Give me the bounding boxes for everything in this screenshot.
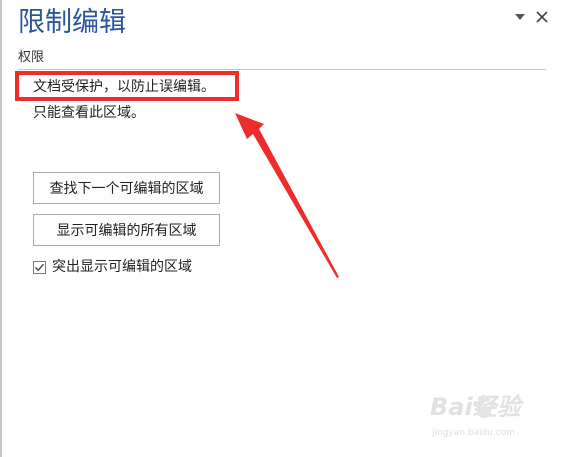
pane-options-button[interactable] xyxy=(513,10,527,24)
restrict-editing-pane: 限制编辑 权限 文档受保护，以防止误编辑。 只能查看此区域。 查找下一个可编辑的… xyxy=(0,0,561,457)
section-divider xyxy=(18,69,546,70)
highlight-editable-regions-label: 突出显示可编辑的区域 xyxy=(52,259,192,275)
highlight-editable-regions-option[interactable]: 突出显示可编辑的区域 xyxy=(33,258,192,276)
find-next-editable-region-button[interactable]: 查找下一个可编辑的区域 xyxy=(33,172,220,204)
close-icon xyxy=(536,11,548,23)
baidu-paw-icon xyxy=(473,396,495,418)
watermark-url: jingyan.baidu.com xyxy=(432,428,516,438)
permissions-section-label: 权限 xyxy=(18,50,45,65)
pane-close-button[interactable] xyxy=(533,8,551,26)
chevron-down-icon xyxy=(515,14,525,20)
show-all-editable-regions-button[interactable]: 显示可编辑的所有区域 xyxy=(33,214,220,246)
baidu-jingyan-watermark: Bai经验 jingyan.baidu.com xyxy=(430,392,554,448)
highlight-editable-regions-checkbox[interactable] xyxy=(33,260,46,274)
view-only-text: 只能查看此区域。 xyxy=(33,105,145,121)
pane-title: 限制编辑 xyxy=(18,7,126,38)
checkmark-icon xyxy=(35,263,45,271)
annotation-highlight-box xyxy=(15,71,239,101)
